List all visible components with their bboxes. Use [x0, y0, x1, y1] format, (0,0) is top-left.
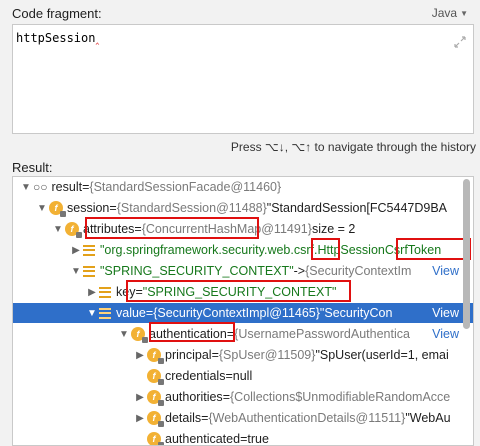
code-fragment-editor[interactable]: httpSession‸: [12, 24, 474, 134]
tree-row-authentication[interactable]: ▼ f authentication = {UsernamePasswordAu…: [13, 324, 473, 344]
result-label: Result:: [12, 160, 53, 175]
chevron-right-icon[interactable]: ▶: [133, 413, 147, 424]
field-icon: f: [147, 432, 164, 445]
chevron-down-icon[interactable]: ▼: [69, 266, 83, 277]
field-icon: f: [147, 411, 164, 427]
field-icon: f: [49, 201, 66, 217]
tree-row-session[interactable]: ▼ f session = {StandardSession@11488} "S…: [13, 198, 473, 218]
field-icon: f: [65, 222, 82, 238]
chevron-right-icon[interactable]: ▶: [69, 245, 83, 256]
field-icon: f: [131, 327, 148, 343]
code-fragment-label: Code fragment:: [12, 6, 102, 21]
vertical-scrollbar[interactable]: [463, 177, 470, 445]
field-icon: f: [147, 390, 164, 406]
map-entry-icon: [83, 265, 95, 277]
error-squiggle: ‸: [95, 32, 100, 45]
tree-row-credentials[interactable]: f credentials = null: [13, 366, 473, 386]
chevron-right-icon[interactable]: ▶: [133, 392, 147, 403]
field-icon: f: [147, 348, 164, 364]
map-entry-icon: [99, 286, 111, 298]
tree-row-result[interactable]: ▼ ○○ result = {StandardSessionFacade@114…: [13, 177, 473, 197]
chevron-down-icon[interactable]: ▼: [35, 203, 49, 214]
csrf-highlight-text: csrf.: [293, 243, 318, 257]
tree-row-value-selected[interactable]: ▼ value = {SecurityContextImpl@11465} "S…: [13, 303, 473, 323]
expand-icon[interactable]: [453, 35, 467, 49]
tree-row-principal[interactable]: ▶ f principal = {SpUser@11509} "SpUser(u…: [13, 345, 473, 365]
chevron-down-icon: ▼: [460, 8, 468, 18]
language-select[interactable]: Java ▼: [432, 6, 468, 20]
watch-glasses-icon: ○○: [33, 180, 48, 194]
field-icon: f: [147, 369, 164, 385]
history-hint: Press ⌥↓, ⌥↑ to navigate through the his…: [230, 140, 476, 154]
view-link[interactable]: View: [432, 327, 459, 341]
tree-row-attributes[interactable]: ▼ f attributes = {ConcurrentHashMap@1149…: [13, 219, 473, 239]
chevron-down-icon[interactable]: ▼: [19, 182, 33, 193]
code-text: httpSession‸: [16, 31, 100, 45]
language-value: Java: [431, 6, 458, 20]
tree-row-authorities[interactable]: ▶ f authorities = {Collections$Unmodifia…: [13, 387, 473, 407]
tree-row-authenticated[interactable]: f authenticated = true: [13, 429, 473, 445]
chevron-down-icon[interactable]: ▼: [85, 308, 99, 319]
scroll-thumb[interactable]: [463, 179, 470, 329]
tree-row-spring-context[interactable]: ▼ "SPRING_SECURITY_CONTEXT" -> {Security…: [13, 261, 473, 281]
tree-row-csrf-entry[interactable]: ▶ "org.springframework.security.web. csrf…: [13, 240, 473, 260]
view-link[interactable]: View: [432, 306, 459, 320]
chevron-right-icon[interactable]: ▶: [85, 287, 99, 298]
tree-row-details[interactable]: ▶ f details = {WebAuthenticationDetails@…: [13, 408, 473, 428]
map-entry-icon: [99, 307, 111, 319]
chevron-down-icon[interactable]: ▼: [117, 329, 131, 340]
map-entry-icon: [83, 244, 95, 256]
csrftoken-highlight-text: CsrfToken: [384, 243, 442, 257]
result-tree[interactable]: ▼ ○○ result = {StandardSessionFacade@114…: [12, 176, 474, 446]
chevron-down-icon[interactable]: ▼: [51, 224, 65, 235]
view-link[interactable]: View: [432, 264, 459, 278]
tree-row-key[interactable]: ▶ key = "SPRING_SECURITY_CONTEXT": [13, 282, 473, 302]
chevron-right-icon[interactable]: ▶: [133, 350, 147, 361]
